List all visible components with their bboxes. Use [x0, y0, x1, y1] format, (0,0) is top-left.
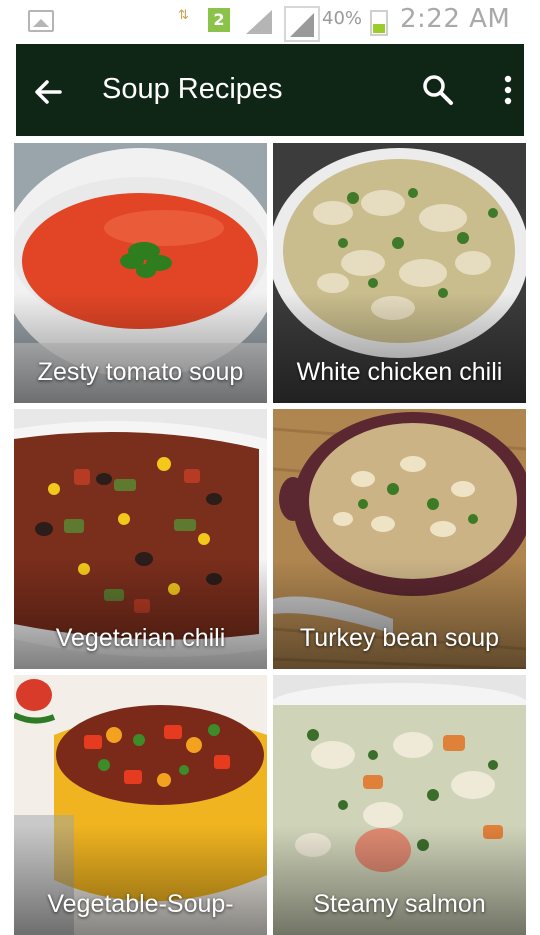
- data-transfer-icon: ⇅: [178, 8, 189, 23]
- wifi-signal-icon: [284, 6, 320, 42]
- recipe-tile-white-chicken-chili[interactable]: White chicken chili: [273, 143, 526, 403]
- status-bar: ⇅ 2 40% 2:22 AM: [0, 0, 540, 44]
- signal-strength-icon: [246, 10, 272, 34]
- recipe-grid: Zesty tomato soup White chicken chili Ve…: [14, 143, 526, 935]
- recipe-tile-steamy-salmon[interactable]: Steamy salmon: [273, 675, 526, 935]
- more-vertical-icon: [504, 75, 512, 105]
- recipe-title: Vegetarian chili: [55, 624, 226, 652]
- back-arrow-icon: [35, 80, 62, 104]
- recipe-title: Vegetable-Soup-: [47, 890, 234, 918]
- app-toolbar: Soup Recipes: [16, 44, 524, 136]
- recipe-tile-vegetarian-chili[interactable]: Vegetarian chili: [14, 409, 267, 669]
- recipe-title: Steamy salmon: [313, 890, 486, 918]
- back-button[interactable]: [30, 74, 66, 110]
- search-icon: [423, 75, 453, 105]
- page-title: Soup Recipes: [102, 73, 283, 105]
- battery-icon: [370, 10, 388, 36]
- gallery-notification-icon: [28, 10, 54, 32]
- overflow-menu-button[interactable]: [496, 72, 520, 108]
- recipe-tile-vegetable-soup[interactable]: Vegetable-Soup-: [14, 675, 267, 935]
- recipe-title: Zesty tomato soup: [37, 358, 244, 386]
- recipe-title: White chicken chili: [296, 358, 503, 386]
- recipe-title: Turkey bean soup: [299, 624, 500, 652]
- notification-count-badge: 2: [208, 8, 230, 32]
- search-button[interactable]: [420, 72, 456, 108]
- battery-percent: 40%: [322, 8, 363, 29]
- recipe-tile-zesty-tomato-soup[interactable]: Zesty tomato soup: [14, 143, 267, 403]
- recipe-tile-turkey-bean-soup[interactable]: Turkey bean soup: [273, 409, 526, 669]
- status-time: 2:22 AM: [400, 4, 511, 34]
